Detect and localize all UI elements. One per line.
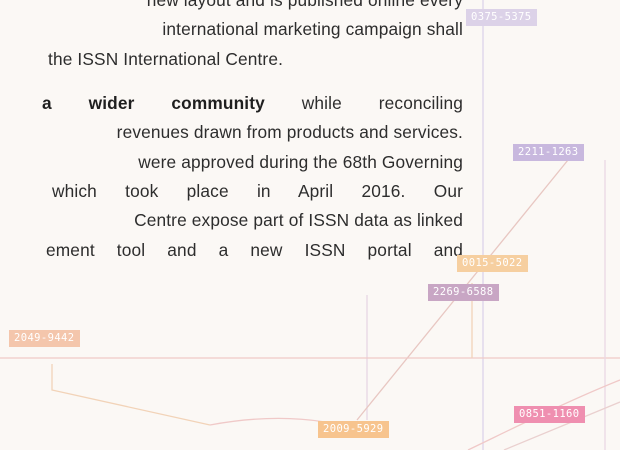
paragraph-line: were approved during the 68th Governing bbox=[138, 152, 463, 172]
network-link bbox=[51, 364, 211, 426]
issn-tag-2211-1263[interactable]: 2211-1263 bbox=[513, 144, 584, 161]
issn-tag-2269-6588[interactable]: 2269-6588 bbox=[428, 284, 499, 301]
paragraph-line: Centre expose part of ISSN data as linke… bbox=[134, 210, 463, 230]
paragraph-line: revenues drawn from products and service… bbox=[116, 122, 463, 142]
issn-tag-2049-9442[interactable]: 2049-9442 bbox=[9, 330, 80, 347]
issn-tag-0015-5022[interactable]: 0015-5022 bbox=[457, 255, 528, 272]
paragraph-line: new layout and is published online every bbox=[146, 0, 463, 10]
issn-page: new layout and is published online every… bbox=[0, 0, 620, 450]
issn-tag-0851-1160[interactable]: 0851-1160 bbox=[514, 406, 585, 423]
issn-tag-0375-5375[interactable]: 0375-5375 bbox=[466, 9, 537, 26]
highlight-text: a wider community bbox=[42, 93, 265, 113]
issn-tag-2009-5929[interactable]: 2009-5929 bbox=[318, 421, 389, 438]
paragraph-line: which took place in April 2016. Our bbox=[52, 181, 463, 201]
paragraph-line: the ISSN International Centre. bbox=[48, 49, 284, 69]
paragraph-line: a wider community while reconciling bbox=[42, 93, 463, 113]
paragraph-line: international marketing campaign shall bbox=[162, 19, 463, 39]
paragraph-line: ement tool and a new ISSN portal and bbox=[46, 240, 463, 260]
